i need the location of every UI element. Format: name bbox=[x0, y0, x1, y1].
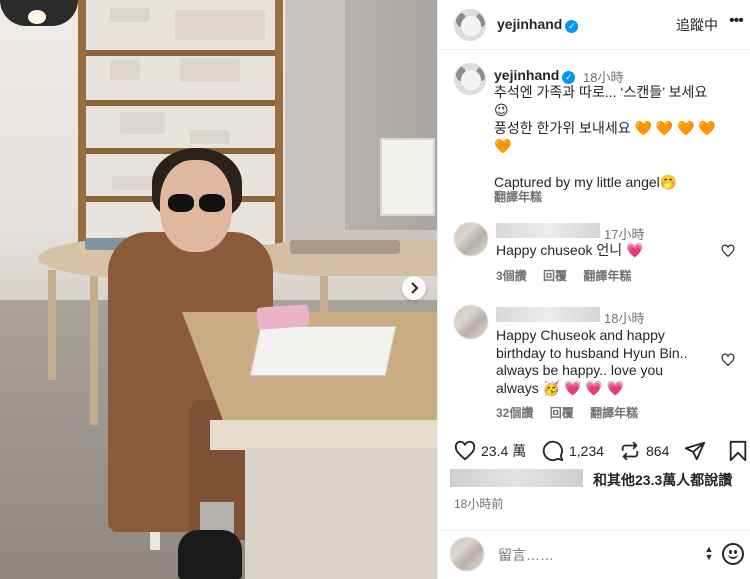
author-avatar[interactable] bbox=[454, 9, 486, 41]
comment-text-line: always be happy.. love you bbox=[496, 362, 664, 378]
comment-text: Happy chuseok 언니 💗 bbox=[496, 242, 644, 258]
photo-table-leg bbox=[90, 275, 98, 425]
comment-text-line: birthday to husband Hyun Bin.. bbox=[496, 345, 688, 361]
photo-book bbox=[249, 326, 397, 376]
author-username-text[interactable]: yejinhand bbox=[497, 16, 562, 32]
comment-meta: 32個讚 回覆 翻譯年糕 bbox=[496, 404, 651, 421]
photo-wall-panel bbox=[380, 138, 435, 216]
photo-ceramics bbox=[110, 8, 150, 22]
comment-reply-button[interactable]: 回覆 bbox=[550, 406, 574, 420]
heart-icon bbox=[454, 440, 476, 461]
add-comment-bar: ▲▼ bbox=[438, 530, 750, 579]
caption-line: 풍성한 한가위 보내세요 🧡 🧡 🧡 🧡 bbox=[494, 120, 716, 136]
photo-table-leg bbox=[48, 270, 56, 380]
photo-shelf-board bbox=[86, 100, 275, 106]
photo-ceramics bbox=[120, 112, 165, 134]
liked-by-summary[interactable]: 和其他23.3萬人都說讚 bbox=[448, 467, 748, 489]
share-button[interactable] bbox=[684, 440, 711, 462]
carousel-next-button[interactable] bbox=[402, 276, 426, 300]
viewer-avatar bbox=[450, 537, 484, 571]
photo-ceramics bbox=[190, 130, 230, 144]
more-options-icon[interactable]: ••• bbox=[729, 12, 744, 30]
photo-lamp-light bbox=[28, 10, 46, 24]
comment-bubble-icon bbox=[542, 440, 564, 462]
photo-shelf-board bbox=[86, 50, 275, 56]
caption-username[interactable]: yejinhand ✓ bbox=[494, 67, 576, 84]
post-header: yejinhand ✓ 追蹤中 ••• bbox=[438, 0, 750, 50]
comment-like-heart-icon[interactable] bbox=[721, 353, 735, 367]
comment-username[interactable] bbox=[496, 223, 600, 238]
comment-meta: 3個讚 回覆 翻譯年糕 bbox=[496, 267, 644, 284]
repost-count: 864 bbox=[646, 443, 670, 459]
author-username[interactable]: yejinhand ✓ bbox=[497, 16, 579, 33]
comment-text-line: Happy Chuseok and happy bbox=[496, 327, 665, 343]
photo-plates bbox=[290, 240, 400, 254]
like-count: 23.4 萬 bbox=[481, 443, 527, 459]
following-button[interactable]: 追蹤中 bbox=[676, 15, 718, 35]
comment-translate-link[interactable]: 翻譯年糕 bbox=[583, 269, 631, 283]
repost-icon bbox=[621, 441, 639, 461]
comment-count: 1,234 bbox=[569, 443, 605, 459]
comment-username[interactable] bbox=[496, 307, 600, 322]
caption-line: 추석엔 가족과 따로... ‘스캔들’ 보세요 bbox=[494, 84, 708, 100]
sort-icon[interactable]: ▲ ▼ bbox=[703, 545, 715, 563]
comment-reply-button[interactable]: 回覆 bbox=[543, 269, 567, 283]
photo-shoe bbox=[178, 530, 242, 579]
comment-input[interactable] bbox=[498, 547, 698, 563]
comment-likes[interactable]: 3個讚 bbox=[496, 269, 527, 283]
post-time[interactable]: 18小時前 bbox=[454, 495, 503, 512]
photo-table-base bbox=[245, 448, 437, 579]
caption-line: 😉 bbox=[494, 102, 509, 118]
save-button[interactable] bbox=[728, 440, 750, 462]
caption-avatar[interactable] bbox=[454, 63, 486, 95]
caption-username-text[interactable]: yejinhand bbox=[494, 67, 559, 83]
post-side-panel: yejinhand ✓ 追蹤中 ••• yejinhand ✓ 18小時 추석엔 가… bbox=[437, 0, 750, 579]
like-button[interactable]: 23.4 萬 bbox=[454, 440, 526, 462]
photo-ceramics bbox=[110, 60, 140, 80]
chevron-right-icon bbox=[411, 282, 419, 294]
comment-avatar[interactable] bbox=[454, 305, 488, 339]
photo-ceramics bbox=[175, 10, 265, 40]
caption-translate-link[interactable]: 翻譯年糕 bbox=[494, 188, 542, 205]
photo-sunglasses bbox=[168, 194, 226, 214]
comment-like-heart-icon[interactable] bbox=[721, 244, 735, 258]
comment-button[interactable]: 1,234 bbox=[542, 440, 604, 462]
comment-translate-link[interactable]: 翻譯年糕 bbox=[590, 406, 638, 420]
liked-by-text[interactable]: 和其他23.3萬人都說讚 bbox=[593, 470, 732, 490]
photo-pink-pouch bbox=[256, 304, 310, 330]
repost-button[interactable]: 864 bbox=[619, 440, 669, 462]
post-action-bar: 23.4 萬 1,234 864 bbox=[438, 436, 750, 466]
post-photo[interactable] bbox=[0, 0, 437, 579]
comment-avatar[interactable] bbox=[454, 222, 488, 256]
photo-table-edge bbox=[210, 420, 437, 450]
comment-text-line: always 🥳 💗 💗 💗 bbox=[496, 380, 625, 396]
emoji-icon[interactable] bbox=[722, 543, 744, 565]
photo-table-leg bbox=[320, 272, 328, 312]
verified-badge-icon: ✓ bbox=[565, 20, 579, 33]
comment-time[interactable]: 18小時 bbox=[604, 308, 644, 327]
send-icon bbox=[684, 441, 706, 461]
photo-ceramics bbox=[180, 58, 240, 82]
comment-likes[interactable]: 32個讚 bbox=[496, 406, 533, 420]
liked-by-names[interactable] bbox=[450, 469, 583, 487]
bookmark-icon bbox=[729, 440, 747, 462]
caption-line: 🧡 bbox=[494, 138, 512, 154]
